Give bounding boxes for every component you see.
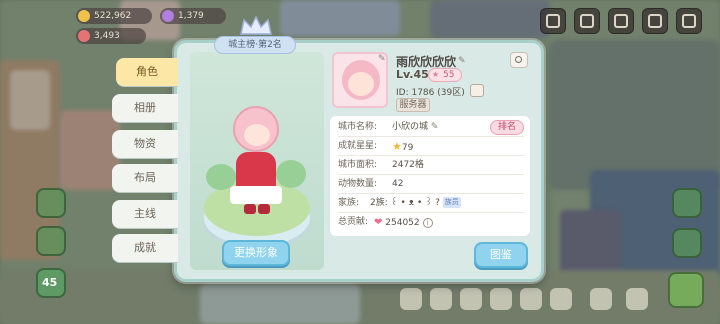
person-icon <box>515 56 522 63</box>
camera-icon <box>648 14 662 28</box>
camera-roll-icon <box>580 14 594 28</box>
mail-button[interactable] <box>608 8 634 34</box>
level-side-button[interactable]: 45 <box>36 268 66 298</box>
flower-bush <box>276 160 306 188</box>
info-row-contribution: 总贡献: ❤ 254052 i <box>338 213 524 232</box>
city-info-card: 城市名称: 小欣の城 ✎ 排名 成就星星: ★79 城市面积: 2472格 动物… <box>330 116 530 236</box>
info-row-area: 城市面积: 2472格 <box>338 156 524 175</box>
gem-counter[interactable]: 1,379 <box>160 8 226 24</box>
info-row-family[interactable]: 家族: 2族: ꒰ • ᴥ • ꒱ ? 族员 <box>338 194 524 213</box>
edit-name-icon[interactable]: ✎ <box>458 56 468 66</box>
tab-album[interactable]: 相册 <box>112 94 178 122</box>
character-shoe <box>258 204 270 214</box>
player-level: Lv.45 <box>396 68 429 81</box>
family-role-tag: 族员 <box>442 197 461 208</box>
character-shoe <box>244 204 256 214</box>
bottom-button-4[interactable] <box>490 288 512 310</box>
camera-button[interactable] <box>642 8 668 34</box>
bottom-button-6[interactable] <box>550 288 572 310</box>
level-badge: ★ 55 <box>428 68 462 82</box>
energy-icon <box>78 30 90 42</box>
atlas-button[interactable]: 图鉴 <box>474 242 528 268</box>
build-button[interactable] <box>668 272 704 308</box>
mail-icon <box>614 14 628 28</box>
tab-mainline[interactable]: 主线 <box>112 200 178 228</box>
gold-coin-icon <box>78 10 90 22</box>
player-id: ID: 1786 (39区) <box>396 88 465 98</box>
avatar-stage <box>190 52 324 270</box>
side-button-1[interactable] <box>36 188 66 218</box>
tab-role[interactable]: 角色 <box>116 58 178 86</box>
city-lord-rank-badge: 城主榜·第2名 <box>214 36 296 54</box>
heart-icon: ❤ <box>374 217 383 228</box>
info-icon[interactable]: i <box>422 217 433 228</box>
edit-avatar-icon[interactable]: ✎ <box>378 54 388 64</box>
tab-achievement[interactable]: 成就 <box>112 234 178 262</box>
character-face <box>244 124 270 146</box>
bottom-button-5[interactable] <box>520 288 542 310</box>
crown-icon <box>240 15 272 35</box>
bottom-button-2[interactable] <box>430 288 452 310</box>
rank-list-button[interactable] <box>540 8 566 34</box>
edit-city-name-icon[interactable]: ✎ <box>431 122 439 132</box>
portrait-face <box>348 72 374 96</box>
add-friend-button[interactable] <box>510 52 528 68</box>
info-row-city-name: 城市名称: 小欣の城 ✎ 排名 <box>338 118 524 137</box>
star-icon: ★ <box>392 140 402 153</box>
star-badge-icon: ★ <box>432 70 440 79</box>
right-side-button-1[interactable] <box>672 188 702 218</box>
bottom-button-1[interactable] <box>400 288 422 310</box>
server-button[interactable]: 服务器 <box>396 98 430 112</box>
info-row-animals: 动物数量: 42 <box>338 175 524 194</box>
bottom-button-3[interactable] <box>460 288 482 310</box>
info-row-stars: 成就星星: ★79 <box>338 137 524 156</box>
gold-counter[interactable]: 522,962 <box>76 8 152 24</box>
bottom-button-7[interactable] <box>590 288 612 310</box>
energy-counter[interactable]: 3,493 <box>76 28 146 44</box>
rank-list-icon <box>546 14 560 28</box>
copy-id-icon[interactable] <box>470 84 484 97</box>
rank-button[interactable]: 排名 <box>490 120 524 135</box>
gem-icon <box>162 10 174 22</box>
camera-roll-button[interactable] <box>574 8 600 34</box>
change-appearance-button[interactable]: 更换形象 <box>222 240 290 266</box>
tab-layout[interactable]: 布局 <box>112 164 178 192</box>
gear-icon <box>682 14 696 28</box>
settings-button[interactable] <box>676 8 702 34</box>
side-button-2[interactable] <box>36 226 66 256</box>
bottom-button-8[interactable] <box>626 288 648 310</box>
tab-supplies[interactable]: 物资 <box>112 130 178 158</box>
right-side-button-2[interactable] <box>672 228 702 258</box>
character-skirt <box>230 186 282 204</box>
